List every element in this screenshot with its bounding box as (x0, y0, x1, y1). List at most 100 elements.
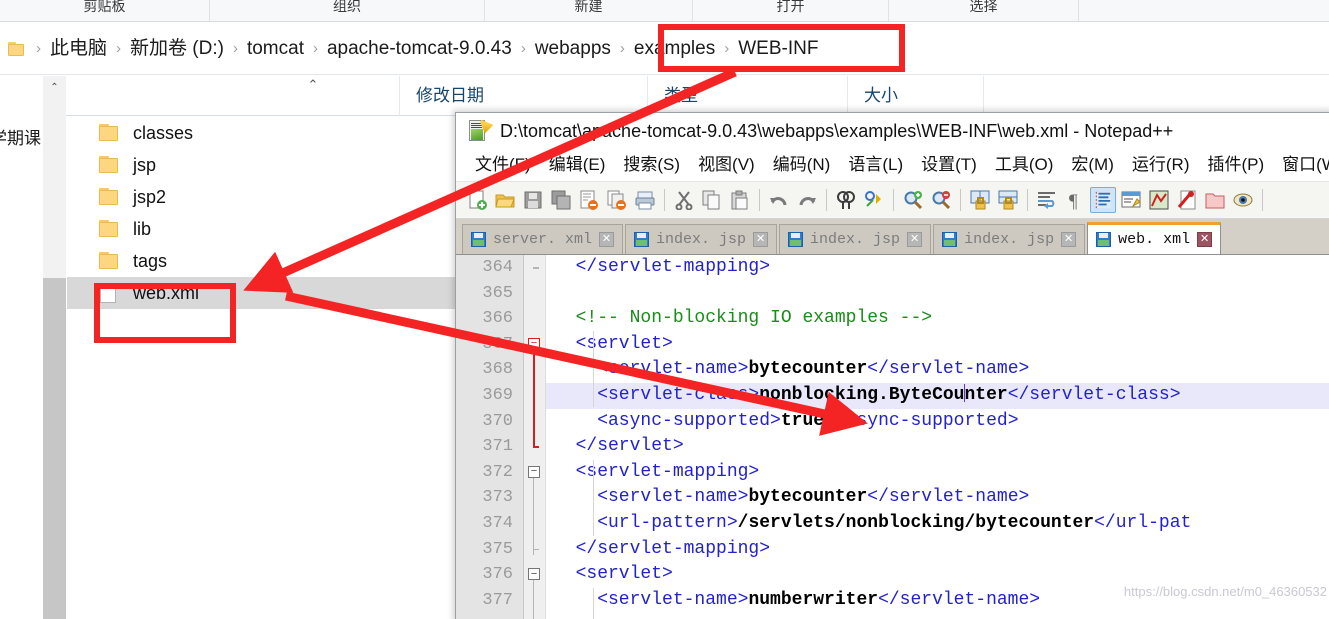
zoom-in-icon[interactable] (900, 187, 926, 213)
close-tab-icon[interactable]: ✕ (1061, 232, 1077, 247)
menu-item-宏m[interactable]: 宏(M) (1062, 151, 1122, 179)
menu-item-设置t[interactable]: 设置(T) (912, 151, 986, 179)
close-tab-icon[interactable]: ✕ (753, 232, 769, 247)
navigation-pane-scrollbar[interactable]: ⌃ (43, 76, 66, 619)
menu-item-窗口w[interactable]: 窗口(W) (1273, 151, 1329, 179)
scrollbar-thumb[interactable] (43, 278, 66, 619)
document-tab[interactable]: web. xml ✕ (1087, 222, 1222, 254)
document-tab[interactable]: index. jsp ✕ (779, 224, 932, 254)
breadcrumb-item-webapps[interactable]: webapps (531, 35, 615, 63)
notepadpp-title-bar[interactable]: D:\tomcat\apache-tomcat-9.0.43\webapps\e… (456, 113, 1329, 149)
code-line[interactable] (546, 281, 1329, 307)
menu-item-语言l[interactable]: 语言(L) (839, 151, 912, 179)
replace-icon[interactable] (861, 187, 887, 213)
sync-vertical-icon[interactable] (967, 187, 993, 213)
code-line[interactable]: </servlet> (546, 434, 1329, 460)
breadcrumb-item-apache-tomcat[interactable]: apache-tomcat-9.0.43 (323, 35, 516, 63)
file-name-label: lib (133, 219, 152, 239)
ribbon-group-clipboard[interactable]: 剪贴板 (0, 0, 210, 21)
breadcrumb-item-this-pc[interactable]: 此电脑 (46, 35, 111, 63)
toolbar-separator (1262, 189, 1263, 211)
paste-icon[interactable] (727, 187, 753, 213)
menu-item-运行r[interactable]: 运行(R) (1123, 151, 1199, 179)
folder-as-workspace-icon[interactable] (1202, 187, 1228, 213)
redo-icon[interactable] (794, 187, 820, 213)
monitoring-icon[interactable] (1230, 187, 1256, 213)
ribbon-group-organize[interactable]: 组织 (210, 0, 485, 21)
code-comment: <!-- Non-blocking IO examples --> (554, 308, 933, 329)
show-doc-map-icon[interactable] (1146, 187, 1172, 213)
fold-toggle-icon[interactable]: − (528, 465, 540, 478)
save-icon[interactable] (520, 187, 546, 213)
zoom-out-icon[interactable] (928, 187, 954, 213)
word-wrap-icon[interactable] (1034, 187, 1060, 213)
undo-icon[interactable] (766, 187, 792, 213)
line-number: 370 (482, 411, 513, 431)
user-defined-dialog-icon[interactable] (1118, 187, 1144, 213)
column-header-date-modified[interactable]: 修改日期 (400, 75, 648, 116)
code-editor[interactable]: 364 365 366 367 368 369 370 371 372 373 374 375 376 3… (456, 255, 1329, 619)
menu-item-视图v[interactable]: 视图(V) (689, 151, 764, 179)
fold-end-marker (533, 267, 539, 269)
menu-item-编码n[interactable]: 编码(N) (764, 151, 840, 179)
code-line[interactable]: <url-pattern>/servlets/nonblocking/bytec… (546, 511, 1329, 537)
code-line[interactable]: </servlet-mapping> (546, 255, 1329, 281)
open-file-icon[interactable] (492, 187, 518, 213)
fold-toggle-icon[interactable]: − (528, 337, 540, 350)
cut-icon[interactable] (671, 187, 697, 213)
code-line[interactable]: <servlet-mapping> (546, 460, 1329, 486)
document-tab[interactable]: server. xml ✕ (462, 224, 624, 254)
function-list-icon[interactable] (1174, 187, 1200, 213)
column-header-size[interactable]: 大小 (848, 75, 984, 116)
save-all-icon[interactable] (548, 187, 574, 213)
toolbar[interactable]: ¶ (456, 181, 1329, 219)
close-tab-icon[interactable]: ✕ (907, 232, 923, 247)
code-line[interactable]: </servlet-mapping> (546, 537, 1329, 563)
document-tab-bar[interactable]: server. xml ✕ index. jsp ✕ index. jsp ✕ index.… (456, 219, 1329, 255)
breadcrumb-item-tomcat[interactable]: tomcat (243, 35, 308, 63)
close-tab-icon[interactable]: ✕ (1197, 232, 1213, 247)
sync-horizontal-icon[interactable] (995, 187, 1021, 213)
fold-toggle-icon[interactable]: − (528, 568, 540, 581)
print-icon[interactable] (632, 187, 658, 213)
breadcrumb-item-web-inf[interactable]: WEB-INF (734, 35, 822, 63)
ribbon-group-new[interactable]: 新建 (485, 0, 693, 21)
new-file-icon[interactable] (464, 187, 490, 213)
find-icon[interactable] (833, 187, 859, 213)
column-header-type[interactable]: 类型 (648, 75, 848, 116)
menu-item-插件p[interactable]: 插件(P) (1198, 151, 1273, 179)
code-line[interactable]: <servlet-class>nonblocking.ByteCounter</… (546, 382, 1329, 409)
menu-item-文件f[interactable]: 文件(F) (466, 151, 540, 179)
notepadpp-window[interactable]: D:\tomcat\apache-tomcat-9.0.43\webapps\e… (455, 112, 1329, 619)
menu-item-编辑e[interactable]: 编辑(E) (540, 151, 615, 179)
code-line[interactable]: <servlet-name>bytecounter</servlet-name> (546, 485, 1329, 511)
menu-bar[interactable]: 文件(F) 编辑(E) 搜索(S) 视图(V) 编码(N) 语言(L) 设置(T) 工具(O)… (456, 149, 1329, 181)
close-file-icon[interactable] (576, 187, 602, 213)
nav-item-truncated-2[interactable]: 学期课 (0, 124, 41, 149)
menu-item-搜索s[interactable]: 搜索(S) (614, 151, 689, 179)
ribbon-group-select[interactable]: 选择 (889, 0, 1079, 21)
breadcrumb-item-drive-d[interactable]: 新加卷 (D:) (126, 35, 228, 63)
code-folding-margin[interactable]: − − − (524, 255, 546, 619)
folder-icon (99, 123, 121, 143)
close-all-icon[interactable] (604, 187, 630, 213)
show-all-chars-icon[interactable]: ¶ (1062, 187, 1088, 213)
code-text-area[interactable]: </servlet-mapping> <!-- Non-blocking IO … (546, 255, 1329, 619)
indent-guide-icon[interactable] (1090, 187, 1116, 213)
menu-item-工具o[interactable]: 工具(O) (986, 151, 1063, 179)
scroll-up-arrow-icon[interactable]: ⌃ (43, 76, 66, 98)
code-line[interactable]: <servlet-name>bytecounter</servlet-name> (546, 357, 1329, 383)
code-line[interactable]: <!-- Non-blocking IO examples --> (546, 306, 1329, 332)
saved-file-icon (1096, 232, 1112, 247)
close-tab-icon[interactable]: ✕ (599, 232, 615, 247)
address-bar[interactable]: › 此电脑 › 新加卷 (D:) › tomcat › apache-tomca… (0, 23, 1329, 75)
document-tab[interactable]: index. jsp ✕ (933, 224, 1086, 254)
breadcrumb-item-examples[interactable]: examples (630, 35, 719, 63)
svg-text:¶: ¶ (1069, 191, 1078, 210)
active-fold-line (533, 349, 535, 447)
document-tab[interactable]: index. jsp ✕ (625, 224, 778, 254)
code-line[interactable]: <servlet> (546, 332, 1329, 358)
code-line[interactable]: <async-supported>true</async-supported> (546, 409, 1329, 435)
ribbon-group-open[interactable]: 打开 (693, 0, 889, 21)
copy-icon[interactable] (699, 187, 725, 213)
